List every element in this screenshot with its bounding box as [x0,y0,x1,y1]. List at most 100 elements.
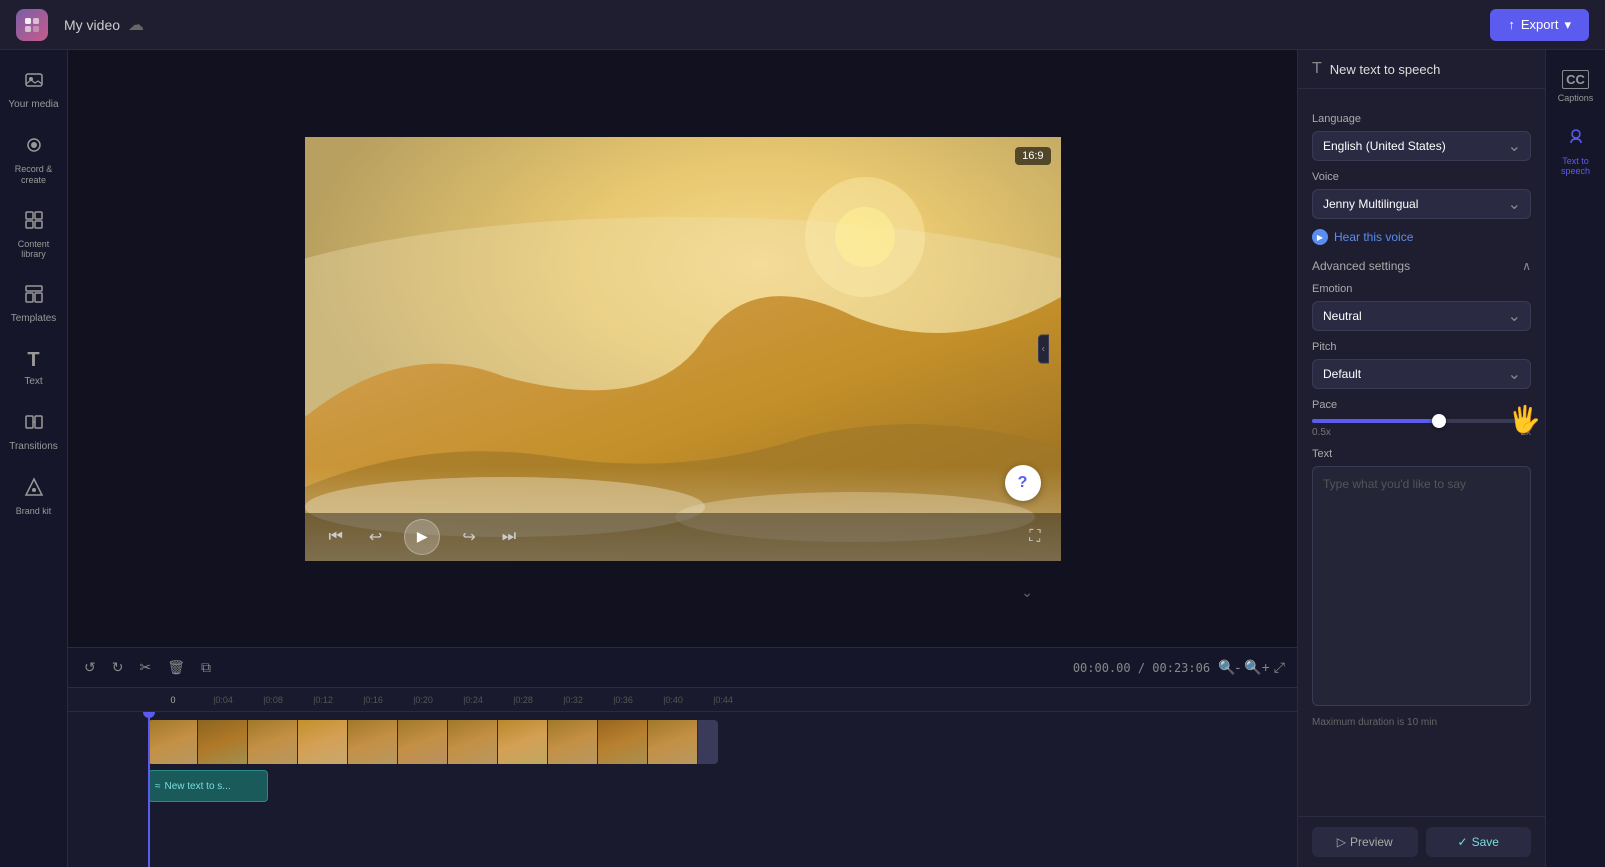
playhead [148,712,150,867]
save-button[interactable]: ✓ Save [1426,827,1532,857]
pace-section: Pace 🖐 0.5x 2x [1312,399,1531,438]
sidebar-label-brand-kit: Brand kit [16,506,52,517]
fullscreen-button[interactable]: ⛶ [1029,528,1040,546]
redo-button[interactable]: ↻ [108,655,128,680]
video-placeholder [305,137,1061,561]
ruler-mark-2: |0:08 [248,695,298,705]
pitch-select-wrapper: Default [1312,359,1531,389]
sidebar-item-text[interactable]: T Text [4,339,64,398]
help-button[interactable]: ? [1005,465,1041,501]
sidebar-item-your-media[interactable]: Your media [4,60,64,121]
ruler-mark-0: 0 [148,695,198,705]
main-area: Your media Record &create Contentlibra [0,50,1605,867]
export-chevron-icon: ▾ [1564,17,1571,33]
film-frame-11 [648,720,698,764]
pace-labels: 0.5x 2x [1312,427,1531,438]
tts-panel-icon: T [1312,60,1322,78]
film-frame-3 [248,720,298,764]
forward-button[interactable]: ↪ [458,523,479,551]
sidebar-label-text: Text [24,376,42,388]
emotion-select[interactable]: Neutral [1312,301,1531,331]
sidebar-item-brand-kit[interactable]: Brand kit [4,467,64,527]
aspect-ratio-badge: 16:9 [1015,147,1050,165]
far-right-item-captions[interactable]: CC Captions [1549,60,1603,113]
language-select-wrapper: English (United States) [1312,131,1531,161]
pace-max-label: 2x [1520,427,1531,438]
ruler-mark-6: |0:24 [448,695,498,705]
video-controls: ⏮ ↩ ▶ ↪ ⏭ ⛶ [305,513,1061,561]
ruler-mark-4: |0:16 [348,695,398,705]
export-icon: ↑ [1508,17,1515,32]
ruler-mark-8: |0:32 [548,695,598,705]
emotion-label: Emotion [1312,283,1531,295]
hear-voice-label: Hear this voice [1334,230,1413,244]
text-icon: T [27,349,39,372]
captions-icon: CC [1562,70,1589,89]
left-sidebar: Your media Record &create Contentlibra [0,50,68,867]
text-input[interactable] [1312,466,1531,706]
undo-button[interactable]: ↺ [80,655,100,680]
tts-label: Text tospeech [1561,156,1590,176]
cloud-icon: ☁ [128,15,144,35]
pace-min-label: 0.5x [1312,427,1331,438]
play-button[interactable]: ▶ [404,519,440,555]
center-content: 16:9 ⏮ ↩ ▶ ↪ ⏭ ⛶ ? ‹ ⌄ ↺ ↻ ✂ [68,50,1297,867]
captions-label: Captions [1558,93,1594,103]
timeline-time-display: 00:00.00 / 00:23:06 [1073,661,1210,675]
your-media-icon [24,70,44,95]
advanced-settings-label: Advanced settings [1312,259,1410,273]
preview-button[interactable]: ▷ Preview [1312,827,1418,857]
tts-panel-title: New text to speech [1330,62,1441,77]
brand-kit-icon [24,477,44,502]
fit-zoom-button[interactable]: ⤢ [1274,659,1285,676]
voice-select[interactable]: Jenny Multilingual [1312,189,1531,219]
sidebar-label-record-create: Record &create [15,164,53,186]
collapse-panel-button[interactable]: ‹ [1038,334,1049,363]
pace-slider-area: 🖐 0.5x 2x [1312,419,1531,438]
pace-thumb[interactable] [1432,414,1446,428]
sidebar-item-templates[interactable]: Templates [4,274,64,335]
pace-track [1312,419,1531,423]
timeline-area: ↺ ↻ ✂ 🗑 ⧉ 00:00.00 / 00:23:06 🔍- 🔍+ ⤢ 0 … [68,647,1297,867]
video-container: 16:9 ⏮ ↩ ▶ ↪ ⏭ ⛶ ? [305,137,1061,561]
content-library-icon [24,210,44,235]
preview-area: 16:9 ⏮ ↩ ▶ ↪ ⏭ ⛶ ? ‹ ⌄ [68,50,1297,647]
tts-icon [1566,127,1586,152]
sidebar-item-transitions[interactable]: Transitions [4,402,64,463]
hear-voice-button[interactable]: ▶ Hear this voice [1312,225,1413,249]
panel-bottom-buttons: ▷ Preview ✓ Save [1298,816,1545,867]
language-label: Language [1312,113,1531,125]
tts-clip[interactable]: ≈ New text to s... [148,770,268,802]
ruler-marks: 0 |0:04 |0:08 |0:12 |0:16 |0:20 |0:24 |0… [148,695,1217,705]
pitch-select[interactable]: Default [1312,359,1531,389]
cut-button[interactable]: ✂ [135,655,155,680]
text-label: Text [1312,448,1531,460]
sidebar-label-transitions: Transitions [9,441,58,453]
skip-forward-button[interactable]: ⏭ [498,524,520,550]
sidebar-item-content-library[interactable]: Contentlibrary [4,200,64,271]
video-clip[interactable] [148,720,718,764]
language-select[interactable]: English (United States) [1312,131,1531,161]
film-frame-6 [398,720,448,764]
sidebar-item-record-create[interactable]: Record &create [4,125,64,196]
skip-back-button[interactable]: ⏮ [325,524,347,550]
pace-label: Pace [1312,399,1531,411]
preview-check-icon: ▷ [1337,835,1346,849]
delete-button[interactable]: 🗑 [163,655,189,680]
zoom-in-button[interactable]: 🔍+ [1244,659,1270,676]
expand-down-button[interactable]: ⌄ [1021,584,1033,601]
film-frame-7 [448,720,498,764]
advanced-settings-header[interactable]: Advanced settings ∧ [1312,259,1531,273]
export-button[interactable]: ↑ Export ▾ [1490,9,1589,41]
duplicate-button[interactable]: ⧉ [197,655,215,680]
zoom-out-button[interactable]: 🔍- [1218,659,1240,676]
far-right-item-tts[interactable]: Text tospeech [1549,117,1603,186]
advanced-settings-chevron-icon: ∧ [1522,259,1531,273]
rewind-button[interactable]: ↩ [365,523,386,551]
project-name: My video [64,17,120,33]
film-frame-4 [298,720,348,764]
save-check-icon: ✓ [1458,835,1468,849]
far-right-panel: CC Captions Text tospeech [1545,50,1605,867]
timeline-toolbar: ↺ ↻ ✂ 🗑 ⧉ 00:00.00 / 00:23:06 🔍- 🔍+ ⤢ [68,648,1297,688]
ruler-mark-7: |0:28 [498,695,548,705]
